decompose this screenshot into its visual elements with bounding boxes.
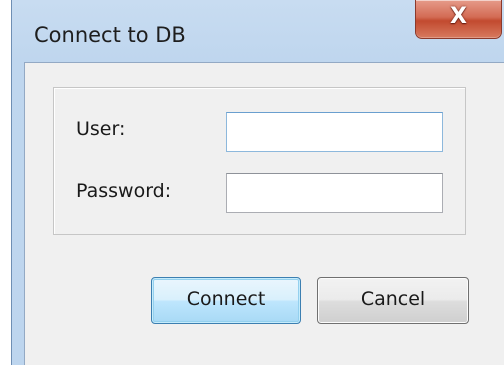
credentials-group: User: Password: bbox=[53, 87, 466, 235]
window-title: Connect to DB bbox=[34, 23, 186, 47]
cancel-button[interactable]: Cancel bbox=[317, 277, 469, 324]
password-input[interactable] bbox=[226, 173, 443, 213]
close-button[interactable]: X bbox=[415, 0, 502, 39]
title-bar[interactable]: Connect to DB X bbox=[12, 0, 504, 62]
dialog-body: User: Password: Connect Cancel bbox=[24, 62, 504, 365]
password-label: Password: bbox=[76, 180, 172, 202]
connect-dialog: Connect to DB X User: Password: Connect … bbox=[11, 0, 504, 365]
user-label: User: bbox=[76, 118, 126, 140]
close-icon: X bbox=[450, 4, 467, 29]
connect-button[interactable]: Connect bbox=[151, 277, 301, 324]
user-input[interactable] bbox=[226, 112, 443, 152]
